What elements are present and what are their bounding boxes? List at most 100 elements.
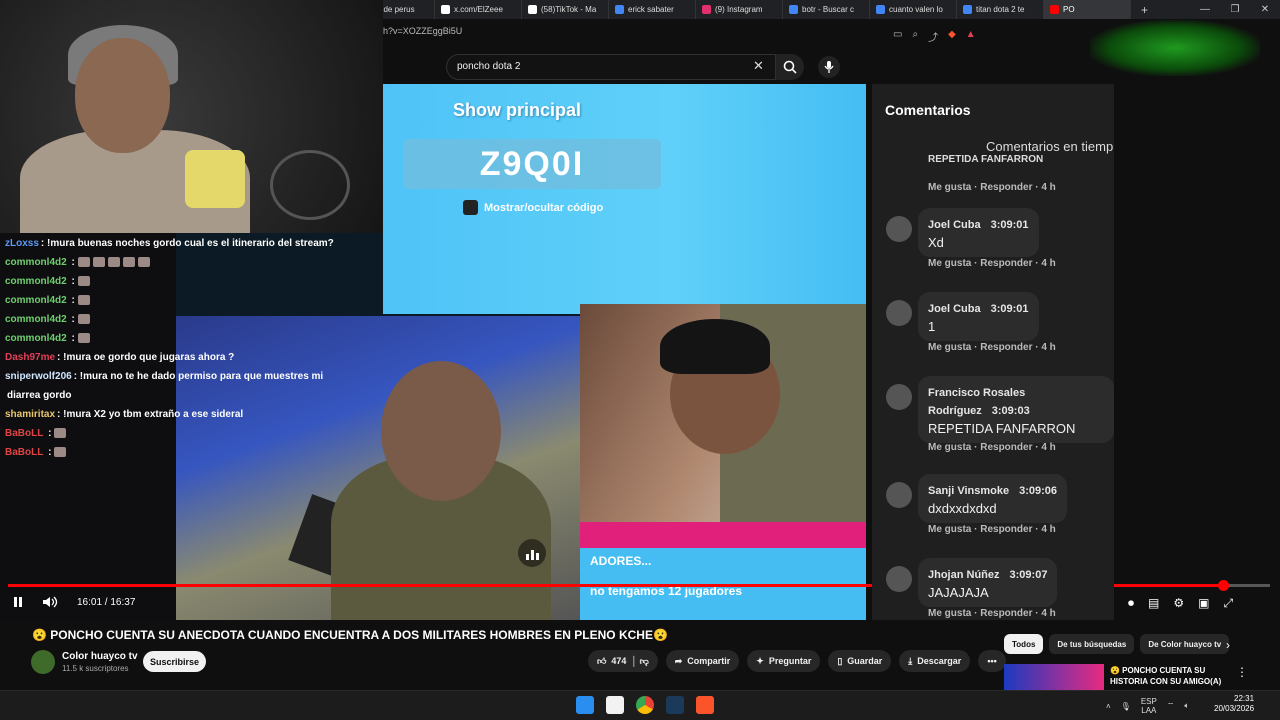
- browser-tab[interactable]: x.com/ElZeee: [435, 0, 522, 19]
- commenter-avatar[interactable]: [886, 566, 912, 592]
- tray-mic-icon[interactable]: 🎙︎: [1121, 702, 1131, 711]
- chat-emote: [54, 428, 67, 439]
- chat-username[interactable]: Dash97me: [5, 352, 55, 363]
- autoplay-toggle-icon[interactable]: ⏺: [1128, 596, 1134, 611]
- chat-emote: [137, 257, 150, 268]
- chat-username[interactable]: commonl4d2: [5, 314, 67, 325]
- commenter-avatar[interactable]: [886, 482, 912, 508]
- browser-tab[interactable]: PO: [1044, 0, 1131, 19]
- maximize-button[interactable]: ❐: [1220, 4, 1250, 15]
- chat-username[interactable]: BaBoLL: [5, 428, 43, 439]
- volume-button[interactable]: [42, 596, 58, 611]
- chevron-right-icon[interactable]: ›: [1226, 638, 1230, 652]
- chat-text: :: [68, 276, 75, 287]
- commenter-name[interactable]: Joel Cuba: [928, 303, 981, 315]
- speaker-icon[interactable]: 🔈︎: [1184, 701, 1189, 711]
- comment-actions[interactable]: Me gusta · Responder · 4 h: [928, 342, 1056, 353]
- tray-chevron-icon[interactable]: ˄: [1106, 702, 1111, 711]
- more-actions-button[interactable]: •••: [978, 650, 1006, 672]
- taskbar-clock[interactable]: 22:31 20/03/2026: [1214, 694, 1254, 714]
- save-button[interactable]: ▯ Guardar: [828, 650, 892, 672]
- chrome-icon[interactable]: [636, 696, 654, 714]
- comment-actions[interactable]: Me gusta · Responder · 4 h: [928, 524, 1056, 535]
- stats-icon[interactable]: [518, 539, 546, 567]
- filter-chip[interactable]: De Color huayco tv: [1140, 634, 1230, 654]
- dislike-icon[interactable]: │ 👎︎: [631, 656, 648, 667]
- lobby-code: Z9Q0I: [403, 139, 661, 189]
- commenter-name[interactable]: Sanji Vinsmoke: [928, 485, 1009, 497]
- comment-timestamp[interactable]: 3:09:07: [1010, 569, 1048, 581]
- comment-actions[interactable]: Me gusta · Responder · 4 h: [928, 442, 1056, 453]
- browser-tab[interactable]: titan dota 2 te: [957, 0, 1044, 19]
- comment-timestamp[interactable]: 3:09:01: [991, 219, 1029, 231]
- clear-search-icon[interactable]: ✕: [753, 58, 764, 74]
- filter-chip[interactable]: Todos: [1004, 634, 1044, 654]
- minimize-button[interactable]: —: [1190, 4, 1220, 15]
- chat-username[interactable]: zLoxss: [5, 238, 39, 249]
- comments-mode[interactable]: Comentarios en tiemp: [986, 139, 1113, 154]
- chat-text: diarrea gordo: [7, 390, 72, 401]
- commenter-avatar[interactable]: [886, 216, 912, 242]
- commenter-name[interactable]: Jhojan Núñez: [928, 569, 1000, 581]
- cast-icon[interactable]: ▭: [893, 29, 902, 44]
- new-tab-button[interactable]: +: [1131, 3, 1158, 17]
- recommended-thumbnail[interactable]: [1004, 664, 1104, 690]
- chat-text: :: [68, 333, 75, 344]
- comment-timestamp[interactable]: 3:09:01: [991, 303, 1029, 315]
- steam-icon[interactable]: [666, 696, 684, 714]
- browser-tab[interactable]: erick sabater: [609, 0, 696, 19]
- zoom-icon[interactable]: ⌕: [912, 29, 918, 44]
- address-bar[interactable]: h?v=XOZZEggBi5U: [383, 26, 462, 36]
- search-button[interactable]: [776, 54, 804, 80]
- close-window-button[interactable]: ✕: [1250, 4, 1280, 15]
- comment-actions[interactable]: Me gusta · Responder · 4 h: [928, 608, 1056, 619]
- progress-knob[interactable]: [1218, 580, 1230, 591]
- webcam-overlay: [0, 0, 383, 233]
- commenter-avatar[interactable]: [886, 384, 912, 410]
- language-indicator[interactable]: ESP LAA: [1141, 697, 1157, 715]
- brave-shield-icon[interactable]: ◆: [948, 29, 956, 44]
- commenter-name[interactable]: Joel Cuba: [928, 219, 981, 231]
- voice-search-button[interactable]: [818, 56, 840, 78]
- search-input[interactable]: poncho dota 2: [446, 54, 776, 80]
- miniplayer-icon[interactable]: ▣: [1198, 596, 1209, 611]
- fullscreen-icon[interactable]: ⤢: [1223, 596, 1233, 611]
- browser-tab[interactable]: (9) Instagram: [696, 0, 783, 19]
- chat-username[interactable]: BaBoLL: [5, 447, 43, 458]
- chat-username[interactable]: sniperwolf206: [5, 371, 72, 382]
- pause-button[interactable]: [12, 596, 24, 611]
- notepad-icon[interactable]: [606, 696, 624, 714]
- subtitles-icon[interactable]: ▤: [1148, 596, 1159, 611]
- share-icon[interactable]: ⤴: [928, 29, 938, 44]
- chat-text: :: [45, 447, 52, 458]
- comment-actions[interactable]: Me gusta · Responder · 4 h: [928, 258, 1056, 269]
- browser-tab[interactable]: (58)TikTok - Ma: [522, 0, 609, 19]
- browser-tab[interactable]: botr - Buscar c: [783, 0, 870, 19]
- brave-rewards-icon[interactable]: ▲: [966, 29, 976, 44]
- inset-video-right: [580, 304, 866, 522]
- chat-username[interactable]: shamiritax: [5, 409, 55, 420]
- settings-icon[interactable]: ⚙: [1173, 596, 1184, 611]
- chat-username[interactable]: commonl4d2: [5, 257, 67, 268]
- channel-avatar[interactable]: [31, 650, 55, 674]
- ask-button[interactable]: ✦ Preguntar: [747, 650, 821, 672]
- brave-icon[interactable]: [696, 696, 714, 714]
- share-button[interactable]: ➦ Compartir: [665, 650, 740, 672]
- windows-start-icon[interactable]: [576, 696, 594, 714]
- download-button[interactable]: ⤓ Descargar: [899, 650, 971, 672]
- comment-timestamp[interactable]: 3:09:03: [992, 405, 1030, 417]
- comment-timestamp[interactable]: 3:09:06: [1019, 485, 1057, 497]
- subscribe-button[interactable]: Suscribirse: [143, 651, 206, 672]
- comment-actions[interactable]: Me gusta · Responder · 4 h: [928, 182, 1056, 193]
- like-button[interactable]: 👍︎ 474 │ 👎︎: [588, 650, 658, 672]
- channel-name[interactable]: Color huayco tv: [62, 651, 138, 662]
- browser-tab[interactable]: cuanto valen lo: [870, 0, 957, 19]
- recommended-more-icon[interactable]: ⋮: [1236, 665, 1248, 679]
- commenter-avatar[interactable]: [886, 300, 912, 326]
- chat-username[interactable]: commonl4d2: [5, 295, 67, 306]
- wifi-icon[interactable]: ⌔: [1167, 701, 1175, 711]
- chat-username[interactable]: commonl4d2: [5, 276, 67, 287]
- filter-chip[interactable]: De tus búsquedas: [1049, 634, 1135, 654]
- comment-bubble: Joel Cuba 3:09:01 1: [918, 292, 1039, 341]
- chat-username[interactable]: commonl4d2: [5, 333, 67, 344]
